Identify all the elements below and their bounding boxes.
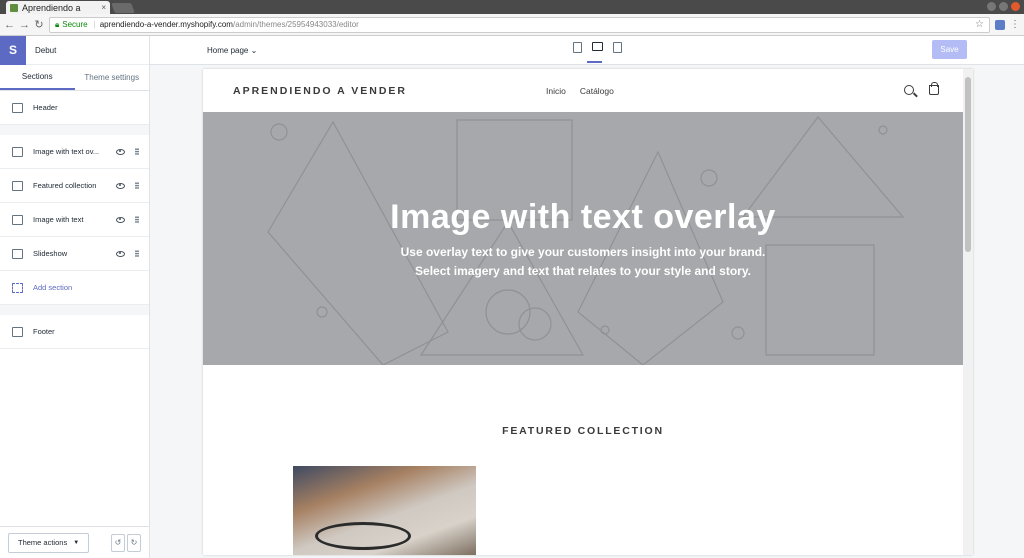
- featured-collection-title: FEATURED COLLECTION: [502, 425, 664, 437]
- active-device-indicator: [587, 61, 602, 63]
- shopify-favicon-icon: [10, 3, 18, 12]
- url-input[interactable]: 🔒︎ Secure | aprendiendo-a-vender.myshopi…: [49, 16, 990, 33]
- hero-image-overlay: Image with text overlay Use overlay text…: [203, 112, 963, 365]
- section-label: Image with text ov...: [33, 147, 100, 156]
- back-icon[interactable]: ←: [4, 19, 15, 31]
- window-close-icon[interactable]: [1011, 2, 1020, 11]
- forward-icon[interactable]: →: [19, 19, 30, 31]
- window-controls: [987, 2, 1020, 11]
- footer-section-icon: [12, 326, 23, 337]
- browser-tab[interactable]: Aprendiendo a ×: [6, 1, 110, 14]
- add-section-label: Add section: [33, 283, 73, 292]
- extension-icon[interactable]: [995, 19, 1005, 30]
- url-separator: |: [93, 20, 96, 29]
- browser-chrome: Aprendiendo a × ← → ↻ 🔒︎ Secure | aprend…: [0, 0, 1024, 36]
- hero-line-1: Use overlay text to give your customers …: [400, 245, 766, 259]
- drag-handle-icon[interactable]: [135, 148, 139, 155]
- collection-section-icon: [12, 180, 23, 191]
- editor-topbar: Home page ⌄ Save: [150, 36, 1024, 65]
- hero-line-2: Select imagery and text that relates to …: [415, 264, 751, 278]
- undo-button[interactable]: ↺: [111, 533, 125, 552]
- visibility-eye-icon[interactable]: [116, 182, 125, 189]
- tab-theme-settings[interactable]: Theme settings: [75, 65, 150, 90]
- section-footer[interactable]: Footer: [0, 315, 149, 349]
- add-section-icon: [12, 282, 23, 293]
- section-gap: [0, 125, 149, 135]
- sidebar-tabs: Sections Theme settings: [0, 65, 149, 91]
- drag-handle-icon[interactable]: [135, 250, 139, 257]
- reload-icon[interactable]: ↻: [34, 18, 44, 31]
- section-label: Slideshow: [33, 249, 68, 258]
- section-label: Featured collection: [33, 181, 97, 190]
- editor-sidebar: S Debut Sections Theme settings Header I…: [0, 35, 150, 558]
- mobile-view-icon[interactable]: [573, 42, 582, 53]
- desktop-view-icon[interactable]: [592, 42, 603, 51]
- new-tab-button[interactable]: [111, 3, 135, 13]
- image-overlay-section-icon: [12, 146, 23, 157]
- product-image[interactable]: [293, 466, 476, 555]
- maximize-icon[interactable]: [999, 2, 1008, 11]
- redo-button[interactable]: ↻: [127, 533, 141, 552]
- visibility-eye-icon[interactable]: [116, 250, 125, 257]
- chevron-down-icon: ⌄: [250, 45, 258, 55]
- store-header-icons: [904, 82, 939, 95]
- header-section-icon: [12, 102, 23, 113]
- drag-handle-icon[interactable]: [135, 216, 139, 223]
- section-featured-collection[interactable]: Featured collection: [0, 169, 149, 203]
- section-label: Header: [33, 103, 58, 112]
- section-image-with-text[interactable]: Image with text: [0, 203, 149, 237]
- tab-close-icon[interactable]: ×: [101, 3, 106, 12]
- hero-text: Image with text overlay Use overlay text…: [203, 198, 963, 281]
- tab-sections[interactable]: Sections: [0, 65, 75, 90]
- url-domain: aprendiendo-a-vender.myshopify.com: [99, 20, 233, 29]
- hero-subtitle: Use overlay text to give your customers …: [203, 243, 963, 281]
- url-path: /admin/themes/25954943033/editor: [232, 20, 359, 29]
- secure-label: Secure: [62, 20, 88, 29]
- slideshow-section-icon: [12, 248, 23, 259]
- address-bar: ← → ↻ 🔒︎ Secure | aprendiendo-a-vender.m…: [0, 14, 1024, 36]
- nav-inicio[interactable]: Inicio: [546, 86, 566, 96]
- caret-down-icon: ▼: [73, 539, 80, 546]
- hero-title: Image with text overlay: [390, 198, 776, 236]
- device-toggle: [573, 42, 622, 63]
- store-header: APRENDIENDO A VENDER Inicio Catálogo: [203, 69, 973, 112]
- section-header[interactable]: Header: [0, 91, 149, 125]
- section-label: Footer: [33, 327, 55, 336]
- store-nav: Inicio Catálogo: [546, 86, 614, 96]
- section-slideshow[interactable]: Slideshow: [0, 237, 149, 271]
- tab-title: Aprendiendo a: [22, 2, 81, 13]
- page-select-label: Home page: [207, 45, 249, 55]
- lock-icon: 🔒︎: [55, 19, 60, 29]
- theme-actions-label: Theme actions: [18, 538, 68, 547]
- browser-menu-icon[interactable]: ⋮: [1010, 19, 1020, 30]
- image-text-section-icon: [12, 214, 23, 225]
- store-preview: APRENDIENDO A VENDER Inicio Catálogo Ima…: [203, 69, 973, 555]
- fullscreen-view-icon[interactable]: [613, 42, 622, 53]
- search-icon[interactable]: [904, 85, 914, 95]
- tab-bar: Aprendiendo a ×: [0, 0, 1024, 14]
- theme-actions-button[interactable]: Theme actions ▼: [8, 532, 90, 553]
- add-section-button[interactable]: Add section: [0, 271, 149, 305]
- section-list: Header Image with text ov... Featured co…: [0, 91, 149, 349]
- bookmark-star-icon[interactable]: ☆: [975, 19, 984, 30]
- section-image-with-text-overlay[interactable]: Image with text ov...: [0, 135, 149, 169]
- nav-catalogo[interactable]: Catálogo: [580, 86, 614, 96]
- visibility-eye-icon[interactable]: [116, 216, 125, 223]
- preview-scrollbar[interactable]: [963, 69, 973, 555]
- sidebar-brand: S Debut: [0, 35, 149, 65]
- scrollbar-thumb[interactable]: [965, 77, 971, 252]
- sidebar-footer: Theme actions ▼ ↺ ↻: [0, 526, 149, 558]
- page-select[interactable]: Home page ⌄: [207, 46, 257, 55]
- cart-icon[interactable]: [929, 82, 939, 95]
- shopify-logo-icon[interactable]: S: [0, 35, 26, 65]
- section-gap: [0, 305, 149, 315]
- minimize-icon[interactable]: [987, 2, 996, 11]
- section-label: Image with text: [33, 215, 84, 224]
- visibility-eye-icon[interactable]: [116, 148, 125, 155]
- drag-handle-icon[interactable]: [135, 182, 139, 189]
- undo-redo-group: ↺ ↻: [111, 533, 141, 552]
- save-button[interactable]: Save: [932, 40, 967, 59]
- store-logo[interactable]: APRENDIENDO A VENDER: [233, 85, 407, 97]
- theme-name: Debut: [35, 45, 57, 55]
